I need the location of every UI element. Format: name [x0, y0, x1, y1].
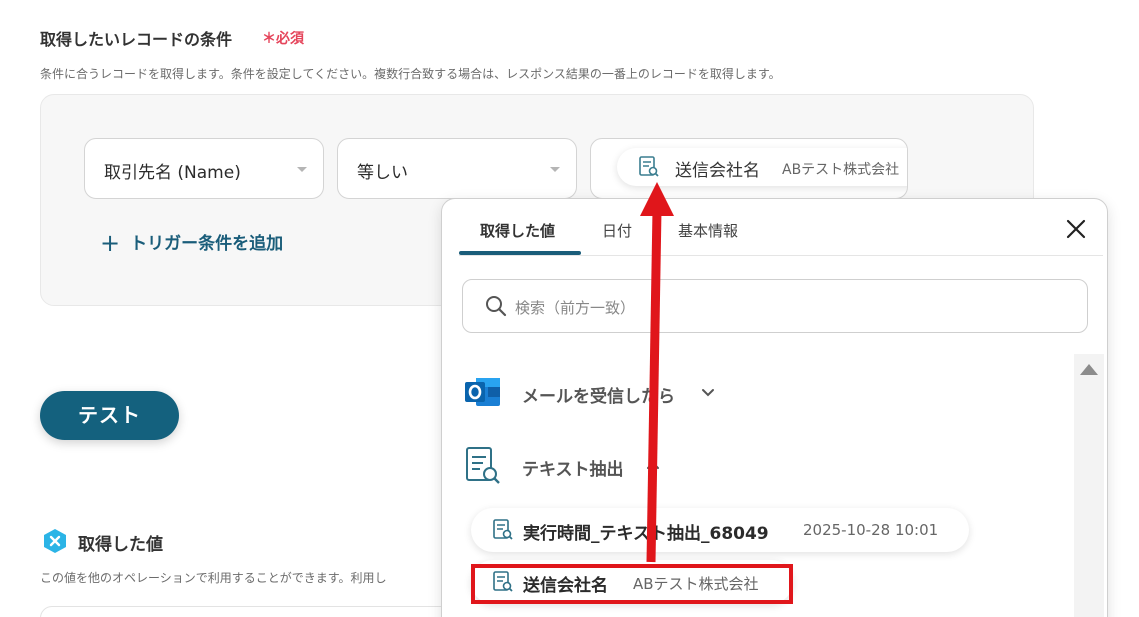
tab-acquired-values[interactable]: 取得した値	[480, 220, 555, 241]
value-chip-name: 送信会社名	[675, 161, 760, 181]
value-field[interactable]: 送信会社名 ABテスト株式会社	[590, 138, 908, 199]
chevron-down-icon	[550, 167, 560, 172]
close-icon[interactable]	[1064, 217, 1088, 241]
document-search-icon	[464, 445, 502, 491]
test-button[interactable]: テスト	[40, 391, 179, 440]
chevron-down-icon	[297, 167, 307, 172]
highlight-box-annotation	[471, 564, 793, 604]
search-placeholder: 検索（前方一致）	[515, 299, 636, 317]
tab-date[interactable]: 日付	[602, 220, 632, 241]
variable-picker-popup: 取得した値 日付 基本情報 検索（前方一致） メールを受信したら テキスト抽出	[441, 198, 1108, 617]
condition-title: 取得したいレコードの条件	[40, 30, 233, 49]
section-text-extraction[interactable]: テキスト抽出	[522, 455, 624, 480]
tab-basic-info[interactable]: 基本情報	[678, 220, 738, 241]
section-email-received[interactable]: メールを受信したら	[522, 382, 675, 407]
operator-select-value: 等しい	[357, 163, 408, 183]
required-badge: ＊必須	[262, 31, 304, 47]
operator-select[interactable]: 等しい	[337, 138, 577, 199]
chevron-down-icon[interactable]	[700, 384, 716, 404]
plus-icon: +	[100, 229, 121, 257]
value-chip[interactable]: 送信会社名 ABテスト株式会社	[617, 148, 907, 186]
scroll-up-icon[interactable]	[1080, 364, 1098, 375]
acquired-values-description: この値を他のオペレーションで利用することができます。利用し	[40, 571, 387, 585]
acquired-values-title: 取得した値	[78, 535, 163, 555]
field-select-value: 取引先名 (Name)	[104, 163, 241, 183]
scrollbar[interactable]	[1074, 354, 1104, 617]
variable-item-value: 2025-10-28 10:01	[803, 521, 939, 539]
search-input[interactable]: 検索（前方一致）	[462, 279, 1088, 333]
add-condition-button[interactable]: + トリガー条件を追加	[100, 229, 283, 257]
tab-divider	[459, 255, 1103, 256]
yoom-logo-icon	[42, 528, 68, 558]
add-condition-label: トリガー条件を追加	[130, 234, 284, 254]
chevron-up-icon[interactable]	[645, 457, 661, 477]
variable-item-execution-time[interactable]: 実行時間_テキスト抽出_68049 2025-10-28 10:01	[471, 508, 969, 552]
document-search-icon	[491, 518, 515, 546]
acquired-values-box	[40, 606, 460, 617]
field-select[interactable]: 取引先名 (Name)	[84, 138, 324, 199]
condition-description: 条件に合うレコードを取得します。条件を設定してください。複数行合致する場合は、レ…	[40, 67, 781, 81]
active-tab-indicator	[459, 251, 581, 255]
variable-item-name: 実行時間_テキスト抽出_68049	[523, 524, 769, 544]
document-search-icon	[637, 155, 661, 183]
value-chip-value: ABテスト株式会社	[782, 162, 900, 178]
search-icon	[485, 295, 507, 321]
outlook-icon	[464, 375, 502, 413]
